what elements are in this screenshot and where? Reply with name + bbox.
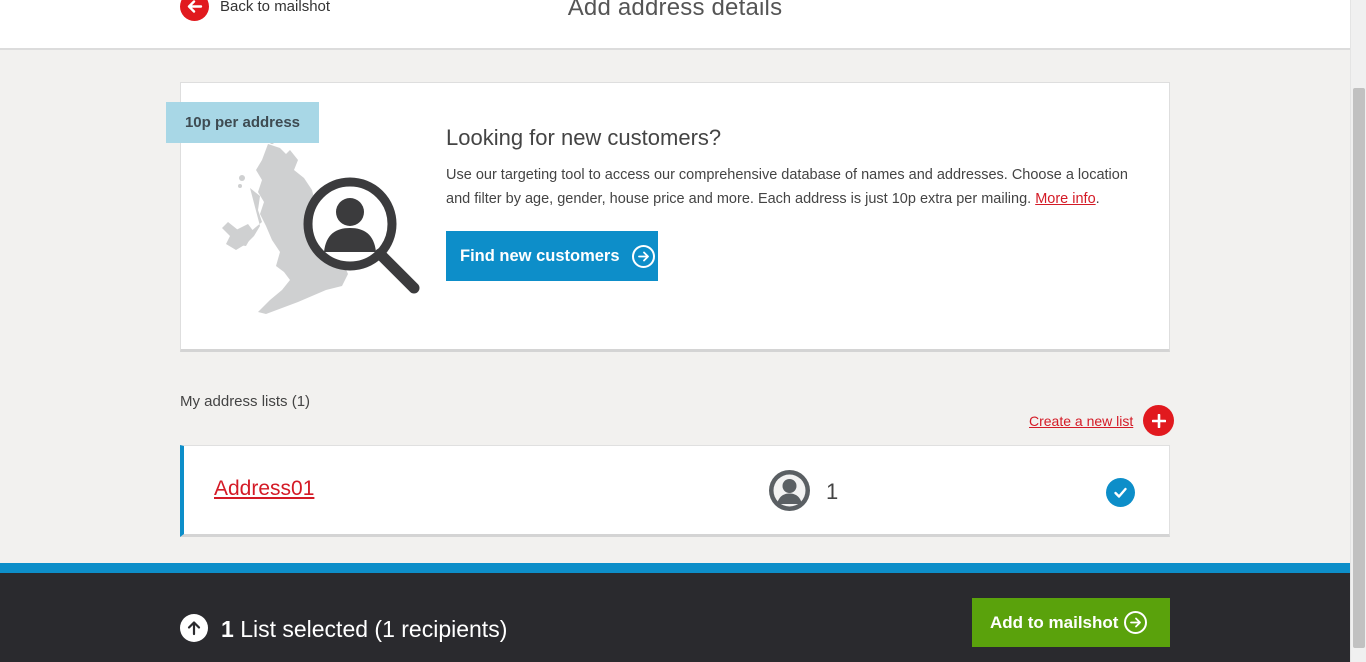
add-to-mailshot-button[interactable]: Add to mailshot bbox=[972, 598, 1170, 647]
arrow-right-circle-icon bbox=[631, 244, 655, 268]
arrow-up-circle-icon[interactable] bbox=[180, 614, 208, 642]
recipient-count: 1 bbox=[826, 479, 839, 504]
selection-footer: 1 List selected (1 recipients) Add to ma… bbox=[0, 573, 1350, 662]
user-avatar-icon bbox=[769, 470, 810, 511]
uk-map-magnifier-icon bbox=[220, 140, 430, 320]
address-list-row[interactable]: Address01 1 bbox=[180, 445, 1170, 537]
selected-lists-summary: 1 List selected (1 recipients) bbox=[221, 616, 507, 643]
page-title: Add address details bbox=[567, 0, 783, 21]
price-per-address-badge: 10p per address bbox=[166, 102, 319, 143]
more-info-link[interactable]: More info bbox=[1035, 191, 1095, 207]
create-new-list-label: Create a new list bbox=[1029, 412, 1134, 429]
address-list-name-link[interactable]: Address01 bbox=[214, 477, 314, 501]
promo-description-text: Use our targeting tool to access our com… bbox=[446, 167, 1128, 207]
find-new-customers-button[interactable]: Find new customers bbox=[446, 231, 658, 281]
promo-description-end: . bbox=[1095, 191, 1100, 207]
promo-description: Use our targeting tool to access our com… bbox=[446, 163, 1146, 211]
create-new-list-button[interactable]: Create a new list bbox=[1029, 405, 1175, 436]
footer-accent-stripe bbox=[0, 563, 1350, 573]
page-header: Back to mailshot Add address details bbox=[0, 0, 1350, 50]
promo-heading: Looking for new customers? bbox=[446, 125, 722, 150]
arrow-right-circle-icon bbox=[1124, 611, 1147, 634]
plus-circle-icon bbox=[1143, 405, 1175, 436]
checkmark-circle-icon[interactable] bbox=[1106, 478, 1135, 507]
vertical-scrollbar[interactable] bbox=[1350, 0, 1366, 662]
scrollbar-thumb[interactable] bbox=[1353, 88, 1365, 648]
address-lists-heading: My address lists (1) bbox=[180, 393, 311, 410]
add-to-mailshot-label: Add to mailshot bbox=[990, 612, 1119, 632]
selected-list-text: List selected (1 recipients) bbox=[240, 616, 508, 642]
find-new-customers-label: Find new customers bbox=[460, 246, 620, 265]
selected-list-count: 1 bbox=[221, 616, 234, 642]
